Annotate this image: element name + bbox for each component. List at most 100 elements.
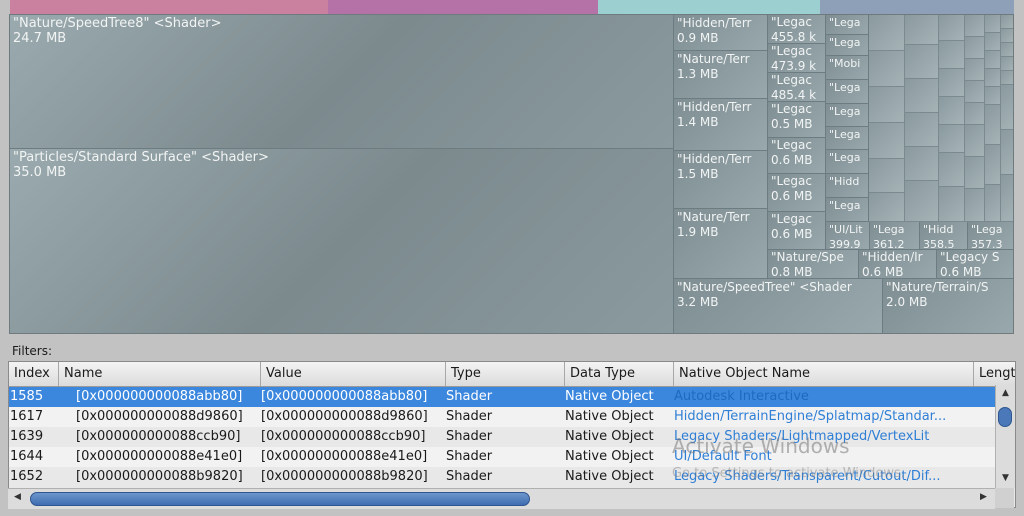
strip-segment-teal[interactable] <box>598 0 820 14</box>
treemap-cell[interactable]: "Lega <box>826 104 869 127</box>
treemap-cell[interactable] <box>985 87 1001 105</box>
treemap-cell[interactable]: "Legac 0.6 MB <box>768 138 826 174</box>
treemap-cell[interactable] <box>869 51 905 87</box>
treemap-cell[interactable]: "Nature/Spe 0.8 MB <box>768 250 859 279</box>
vertical-scrollbar[interactable]: ▲ ▼ <box>995 385 1015 488</box>
cell-native-object-name[interactable]: Hidden/TerrainEngine/Splatmap/Standar... <box>674 407 974 427</box>
treemap-cell[interactable] <box>1001 43 1013 57</box>
treemap-cell[interactable] <box>939 41 965 69</box>
column-header-index[interactable]: Index <box>9 362 59 386</box>
treemap-cell[interactable] <box>965 81 985 103</box>
treemap-cell[interactable] <box>939 187 965 222</box>
treemap-cell[interactable]: "Lega <box>826 198 869 222</box>
treemap-cell[interactable]: "Lega <box>826 15 869 35</box>
treemap-cell[interactable]: "Nature/SpeedTree" <Shader 3.2 MB <box>674 279 883 333</box>
cell-native-object-name[interactable]: UI/Default Font <box>674 447 974 467</box>
treemap-cell[interactable] <box>985 33 1001 51</box>
treemap-cell[interactable] <box>1001 15 1013 29</box>
treemap-cell[interactable] <box>1001 85 1013 130</box>
treemap-cell[interactable] <box>869 193 905 222</box>
treemap-cell[interactable] <box>869 123 905 159</box>
treemap-cell[interactable] <box>965 157 985 189</box>
treemap-cell[interactable] <box>965 59 985 81</box>
treemap-cell[interactable]: "Hidd 358.5 <box>920 222 968 250</box>
treemap-cell[interactable] <box>939 125 965 153</box>
treemap-cell[interactable]: "Hidden/Terr 1.4 MB <box>674 99 768 151</box>
treemap-cell[interactable] <box>939 69 965 97</box>
treemap-cell[interactable]: "Hidd <box>826 174 869 198</box>
strip-segment-magenta[interactable] <box>328 0 598 14</box>
treemap-cell[interactable]: "Mobi <box>826 56 869 80</box>
treemap-cell[interactable] <box>939 153 965 187</box>
treemap-cell[interactable] <box>869 159 905 193</box>
treemap-cell[interactable]: "Legac 0.5 MB <box>768 102 826 138</box>
treemap-cell[interactable] <box>939 15 965 41</box>
triangle-up-icon[interactable]: ▲ <box>996 388 1015 398</box>
treemap-cell[interactable]: "Legac 473.9 k <box>768 44 826 73</box>
table-row[interactable]: 1644 [0x000000000088e41e0] [0x0000000000… <box>9 447 997 467</box>
treemap-cell[interactable] <box>905 147 939 181</box>
triangle-left-icon[interactable]: ◀ <box>14 492 21 502</box>
treemap-cell[interactable] <box>985 15 1001 33</box>
treemap-cell[interactable] <box>1001 57 1013 71</box>
column-header-name[interactable]: Name <box>59 362 261 386</box>
treemap-cell[interactable] <box>985 185 1001 222</box>
treemap-cell[interactable] <box>965 189 985 222</box>
cell-native-object-name[interactable]: Legacy Shaders/Lightmapped/VertexLit <box>674 427 974 447</box>
column-header-native-object-name[interactable]: Native Object Name <box>674 362 974 386</box>
treemap-cell[interactable] <box>1001 29 1013 43</box>
horizontal-scroll-thumb[interactable] <box>30 492 530 506</box>
strip-segment-pink[interactable] <box>10 0 328 14</box>
vertical-scroll-thumb[interactable] <box>998 407 1012 427</box>
treemap-cell[interactable]: "Hidden/Terr 1.5 MB <box>674 151 768 209</box>
treemap-cell[interactable]: "Nature/Terr 1.3 MB <box>674 51 768 99</box>
strip-segment-slate[interactable] <box>820 0 1014 14</box>
treemap-cell[interactable] <box>905 181 939 222</box>
table-row[interactable]: 1585 [0x000000000088abb80] [0x0000000000… <box>9 387 997 407</box>
treemap-cell[interactable]: "Legac 485.4 k <box>768 73 826 102</box>
table-row[interactable]: 1617 [0x000000000088d9860] [0x0000000000… <box>9 407 997 427</box>
treemap-cell[interactable] <box>965 37 985 59</box>
column-header-data-type[interactable]: Data Type <box>565 362 674 386</box>
treemap-cell[interactable] <box>965 15 985 37</box>
treemap-cell[interactable] <box>965 103 985 125</box>
treemap-cell[interactable]: "Legac 455.8 k <box>768 15 826 44</box>
treemap-cell[interactable]: "Lega <box>826 35 869 56</box>
treemap-cell-speedtree8[interactable]: "Nature/SpeedTree8" <Shader> 24.7 MB <box>10 15 674 149</box>
treemap-cell[interactable] <box>905 45 939 79</box>
treemap-cell[interactable]: "Lega <box>826 127 869 150</box>
treemap-cell[interactable]: "Hidden/Terr 0.9 MB <box>674 15 768 51</box>
column-header-type[interactable]: Type <box>446 362 565 386</box>
treemap-cell[interactable]: "Lega 361.2 <box>870 222 920 250</box>
treemap-cell[interactable] <box>985 145 1001 185</box>
treemap-cell[interactable] <box>869 87 905 123</box>
column-header-length[interactable]: Lengt <box>974 362 1015 386</box>
treemap-cell[interactable]: "Hidden/Ir 0.6 MB <box>859 250 937 279</box>
treemap-cell[interactable] <box>905 113 939 147</box>
treemap-cell[interactable] <box>985 51 1001 69</box>
treemap-cell[interactable]: "Nature/Terrain/S 2.0 MB <box>883 279 1013 333</box>
treemap-cell[interactable]: "Lega 357.3 <box>968 222 1013 250</box>
treemap-cell[interactable]: "Lega <box>826 80 869 104</box>
treemap-cell[interactable] <box>905 79 939 113</box>
treemap-cell[interactable] <box>985 69 1001 87</box>
treemap-cell[interactable] <box>1001 175 1013 222</box>
treemap-cell[interactable]: "Lega <box>826 150 869 174</box>
cell-native-object-name[interactable]: Autodesk Interactive <box>674 387 974 407</box>
table-row[interactable]: 1652 [0x000000000088b9820] [0x0000000000… <box>9 467 997 487</box>
treemap-cell[interactable] <box>939 97 965 125</box>
triangle-down-icon[interactable]: ▼ <box>996 473 1015 483</box>
treemap-cell[interactable]: "Nature/Terr 1.9 MB <box>674 209 768 279</box>
table-row[interactable]: 1639 [0x000000000088ccb90] [0x0000000000… <box>9 427 997 447</box>
treemap-cell[interactable]: "UI/Lit 399.9 <box>826 222 870 250</box>
cell-native-object-name[interactable]: Legacy Shaders/Transparent/Cutout/Dif... <box>674 467 974 487</box>
treemap-cell[interactable] <box>1001 130 1013 175</box>
treemap-cell[interactable] <box>1001 71 1013 85</box>
treemap-cell[interactable] <box>985 105 1001 145</box>
triangle-right-icon[interactable]: ▶ <box>980 492 987 502</box>
treemap-cell[interactable] <box>965 125 985 157</box>
treemap-cell[interactable] <box>905 15 939 45</box>
treemap-cell[interactable]: "Legac 0.6 MB <box>768 212 826 250</box>
treemap-cell-particles-standard-surface[interactable]: "Particles/Standard Surface" <Shader> 35… <box>10 149 674 333</box>
treemap-cell[interactable]: "Legac 0.6 MB <box>768 174 826 212</box>
